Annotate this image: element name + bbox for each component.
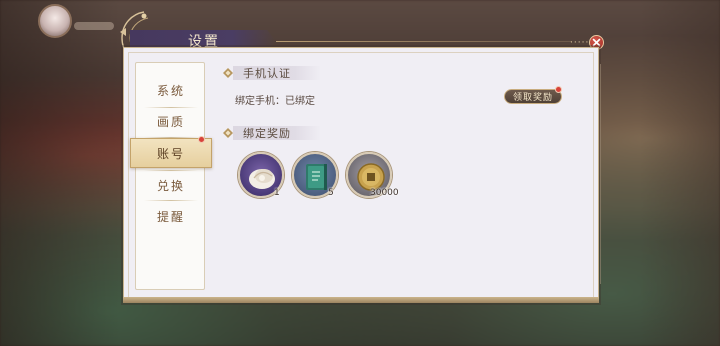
phone-section-header: 手机认证 [223, 66, 321, 80]
diamond-icon [223, 68, 233, 78]
sidebar-item-redeem[interactable]: 兑换 [136, 170, 206, 200]
reward-section-title: 绑定奖励 [233, 126, 321, 140]
header-divider [276, 41, 572, 42]
background-frame-deco [600, 64, 660, 284]
claim-reward-label: 领取奖励 [512, 93, 553, 103]
player-info-bar [74, 22, 114, 30]
settings-sidebar: 系统 画质 账号 兑换 提醒 [130, 62, 212, 290]
bind-status-text: 绑定手机：已绑定 [235, 96, 315, 107]
diamond-icon [223, 128, 233, 138]
claim-badge-dot [555, 86, 562, 93]
reward-count: 1 [274, 188, 280, 198]
reward-count: 5 [328, 188, 334, 198]
panel-bottom-edge [123, 297, 599, 303]
sidebar-item-graphics[interactable]: 画质 [136, 106, 206, 136]
sidebar-item-label: 提醒 [156, 209, 185, 224]
phone-section-title: 手机认证 [233, 66, 321, 80]
reward-section-header: 绑定奖励 [223, 126, 321, 140]
player-avatar[interactable] [38, 4, 72, 38]
background-shade-left [0, 0, 120, 346]
account-badge-dot [198, 136, 205, 143]
sidebar-item-label: 画质 [156, 114, 185, 129]
claim-reward-button[interactable]: 领取奖励 [504, 89, 562, 104]
sidebar-item-label: 系统 [156, 83, 185, 98]
reward-count: 30000 [370, 188, 399, 198]
sidebar-item-label: 兑换 [156, 178, 185, 193]
sidebar-item-system[interactable]: 系统 [136, 75, 206, 105]
sidebar-item-label: 账号 [156, 146, 185, 161]
sidebar-item-reminder[interactable]: 提醒 [136, 201, 206, 231]
close-icon [592, 38, 601, 47]
